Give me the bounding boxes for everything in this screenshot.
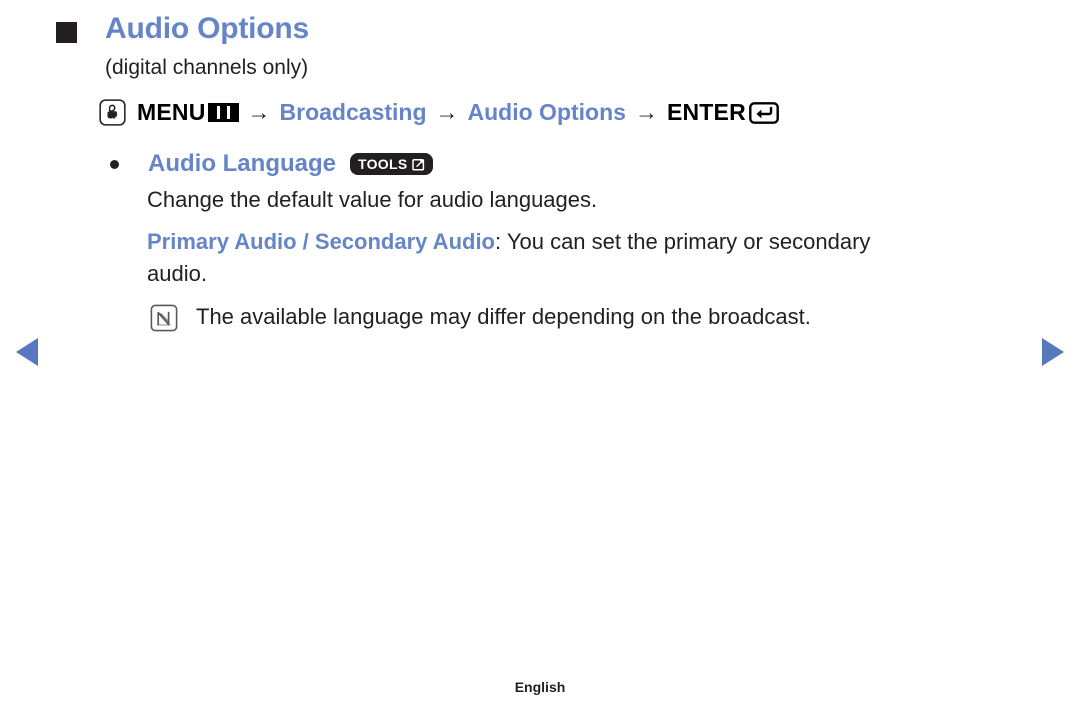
path-arrow-3: → xyxy=(634,99,658,125)
page-title: Audio Options xyxy=(105,12,310,45)
menu-step-audio-options: Audio Options xyxy=(467,99,626,125)
path-arrow-1: → xyxy=(247,99,271,125)
path-arrow-2: → xyxy=(435,99,459,125)
enter-button-label: ENTER xyxy=(666,99,746,125)
item-label: Audio Language xyxy=(148,150,336,177)
next-page-arrow[interactable] xyxy=(1042,338,1064,366)
list-item-audio-language: Audio Language TOOLS xyxy=(110,150,434,178)
note-pencil-icon xyxy=(150,303,178,337)
tools-shortcut-icon xyxy=(411,157,426,172)
item-option-line-cont: audio. xyxy=(147,261,207,286)
tools-badge: TOOLS xyxy=(350,153,434,175)
menu-bars-icon xyxy=(207,103,239,122)
menu-step-broadcasting: Broadcasting xyxy=(279,99,427,125)
note-text: The available language may differ depend… xyxy=(196,304,811,329)
manual-page: Audio Options (digital channels only) ME… xyxy=(0,0,1080,705)
menu-path-breadcrumb: MENU → Broadcasting → Audio Options → EN… xyxy=(99,99,779,126)
item-description: Change the default value for audio langu… xyxy=(147,187,598,212)
page-subtitle: (digital channels only) xyxy=(105,56,309,79)
previous-page-arrow[interactable] xyxy=(16,338,38,366)
enter-return-key-icon xyxy=(746,99,779,126)
option-description: : You can set the primary or secondary xyxy=(495,229,871,254)
hand-touch-icon xyxy=(99,99,137,126)
note-row: The available language may differ depend… xyxy=(150,303,811,337)
footer-language: English xyxy=(514,679,566,695)
tools-badge-text: TOOLS xyxy=(358,156,408,172)
menu-button-label: MENU xyxy=(137,99,206,125)
filled-square-bullet-icon xyxy=(56,22,77,43)
item-option-line: Primary Audio / Secondary Audio: You can… xyxy=(147,231,870,253)
page-heading: Audio Options xyxy=(56,12,309,46)
option-name: Primary Audio / Secondary Audio xyxy=(147,229,495,254)
round-bullet-icon xyxy=(110,159,119,169)
